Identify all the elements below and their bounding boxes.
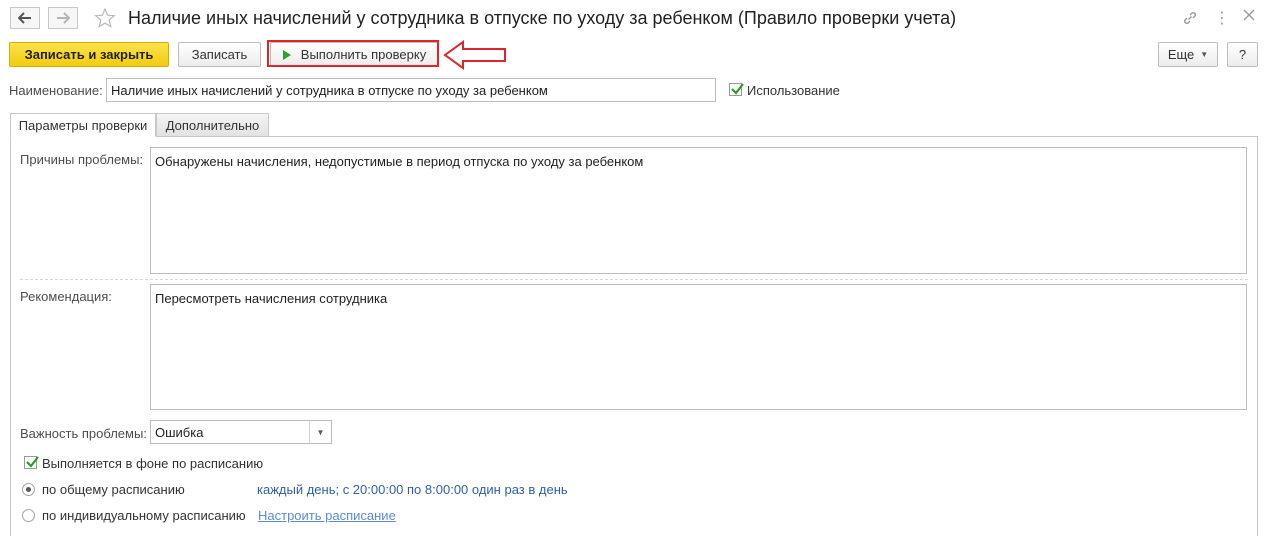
importance-value: Ошибка [155,425,204,440]
arrow-right-icon [57,12,70,24]
importance-select[interactable]: Ошибка ▼ [150,420,332,444]
schedule-individual-label: по индивидуальному расписанию [42,508,246,523]
arrow-left-icon [18,12,31,24]
help-button[interactable]: ? [1227,42,1258,67]
tab-additional[interactable]: Дополнительно [156,113,269,137]
section-divider [20,279,1248,280]
schedule-individual-radio[interactable] [22,509,35,522]
favorite-star-icon[interactable] [94,7,116,32]
schedule-common-value: каждый день; с 20:00:00 по 8:00:00 один … [257,482,568,497]
link-icon[interactable] [1182,10,1198,29]
forward-button[interactable] [48,7,78,29]
usage-label: Использование [747,83,840,98]
dropdown-arrow-icon[interactable]: ▼ [309,421,331,443]
recommendation-label: Рекомендация: [20,289,112,304]
annotation-arrow-icon [443,40,507,73]
close-icon[interactable] [1242,8,1256,25]
save-button[interactable]: Записать [178,42,261,67]
checkmark-icon [26,456,39,468]
more-dots-icon[interactable]: ⋮ [1214,8,1230,28]
importance-label: Важность проблемы: [20,426,147,441]
causes-label: Причины проблемы: [20,152,144,167]
save-and-close-button[interactable]: Записать и закрыть [9,42,169,67]
schedule-common-label: по общему расписанию [42,482,185,497]
checkmark-icon [731,83,744,95]
back-button[interactable] [10,7,40,29]
causes-textarea[interactable]: Обнаружены начисления, недопустимые в пе… [150,147,1247,274]
tab-check-parameters[interactable]: Параметры проверки [10,113,156,137]
recommendation-textarea[interactable]: Пересмотреть начисления сотрудника [150,284,1247,410]
name-label: Наименование: [9,83,103,98]
usage-checkbox[interactable] [729,83,744,96]
radio-selected-dot [26,487,31,492]
configure-schedule-link[interactable]: Настроить расписание [258,508,396,523]
name-input[interactable]: Наличие иных начислений у сотрудника в о… [106,78,716,102]
highlight-frame [267,40,439,67]
window-title: Наличие иных начислений у сотрудника в о… [128,8,957,28]
background-label: Выполняется в фоне по расписанию [42,456,264,471]
dropdown-arrow-icon: ▼ [1200,50,1209,59]
background-checkbox[interactable] [24,456,39,469]
more-button[interactable]: Еще ▼ [1158,42,1218,67]
schedule-common-radio[interactable] [22,483,35,496]
more-label: Еще [1167,47,1195,62]
